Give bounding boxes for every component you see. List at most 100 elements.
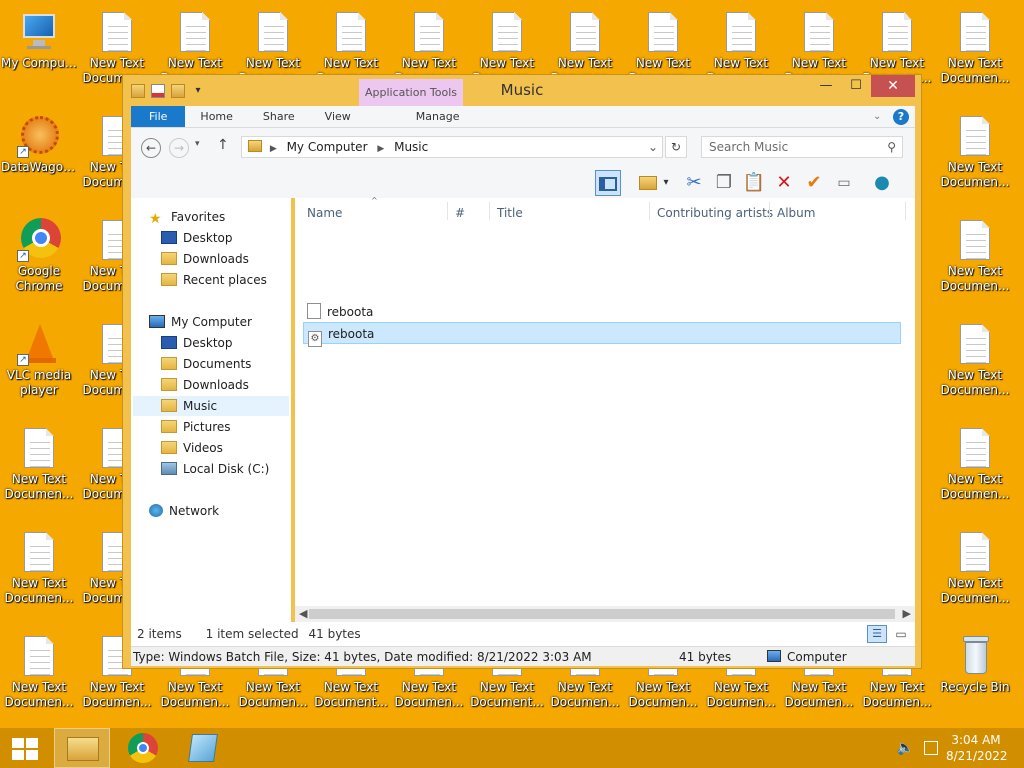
desktop-icon-datawagon[interactable]: ↗ DataWagon... xyxy=(1,114,77,175)
column-header-album[interactable]: Album xyxy=(777,206,815,220)
taskbar-notepad[interactable] xyxy=(176,728,232,768)
file-list[interactable]: ^ Name # Title Contributing artists Albu… xyxy=(295,196,915,606)
desktop-icon-text-doc[interactable]: New Text Documen... xyxy=(937,426,1013,502)
column-header-title[interactable]: Title xyxy=(497,206,523,220)
scroll-left-icon[interactable]: ◀ xyxy=(299,606,307,622)
desktop-icon-chrome[interactable]: ↗ Google Chrome xyxy=(1,218,77,294)
taskbar: 🔈 3:04 AM 8/21/2022 xyxy=(0,728,1024,768)
tab-file[interactable]: File xyxy=(131,106,186,127)
breadcrumb-music[interactable]: Music xyxy=(394,140,428,154)
column-header-name[interactable]: Name xyxy=(307,206,342,220)
desktop-icon-text-doc[interactable]: New Text Documen... xyxy=(1,530,77,606)
column-divider[interactable] xyxy=(447,202,448,220)
nav-network[interactable]: Network xyxy=(149,501,219,521)
nav-item-documents[interactable]: Documents xyxy=(161,354,251,374)
nav-item-downloads[interactable]: Downloads xyxy=(161,249,249,269)
nav-my-computer[interactable]: My Computer xyxy=(149,312,252,332)
nav-item-pictures[interactable]: Pictures xyxy=(161,417,231,437)
up-arrow-icon[interactable]: ↑ xyxy=(217,137,229,153)
large-icons-view-icon[interactable]: ▭ xyxy=(891,625,911,643)
nav-item-recent-places[interactable]: Recent places xyxy=(161,270,267,290)
column-header-contributing-artists[interactable]: Contributing artists xyxy=(657,206,773,220)
rename-check-icon[interactable]: ✔ xyxy=(801,170,827,196)
nav-label: Favorites xyxy=(171,210,226,224)
column-divider[interactable] xyxy=(905,202,906,220)
cut-icon[interactable]: ✂ xyxy=(681,170,707,196)
file-details-text: Type: Windows Batch File, Size: 41 bytes… xyxy=(133,650,592,664)
details-view-icon[interactable]: ☰ xyxy=(867,625,887,643)
help-icon[interactable]: ? xyxy=(893,109,909,125)
desktop-icon-vlc[interactable]: ↗ VLC media player xyxy=(1,322,77,398)
text-document-icon xyxy=(327,10,375,56)
tab-manage[interactable]: Manage xyxy=(396,106,480,127)
file-row[interactable]: reboota xyxy=(303,301,901,323)
file-name: reboota xyxy=(328,327,375,341)
scrollbar-thumb[interactable] xyxy=(309,609,895,619)
column-divider[interactable] xyxy=(489,202,490,220)
text-document-icon xyxy=(951,426,999,472)
search-input[interactable]: Search Music ⚲ xyxy=(701,136,903,158)
desktop-icon-my-computer[interactable]: My Computer xyxy=(1,10,77,71)
preview-pane-button[interactable] xyxy=(595,170,621,196)
nav-item-downloads[interactable]: Downloads xyxy=(161,375,249,395)
nav-item-desktop[interactable]: Desktop xyxy=(161,228,233,248)
column-divider[interactable] xyxy=(649,202,650,220)
globe-icon[interactable]: ● xyxy=(869,170,895,196)
item-count: 2 items xyxy=(137,627,182,641)
desktop-icon-text-doc[interactable]: New Text Documen... xyxy=(1,634,77,710)
desktop-icon-text-doc[interactable]: New Text Documen... xyxy=(937,322,1013,398)
recent-locations-icon[interactable]: ▾ xyxy=(195,139,200,149)
desktop-icon-recycle-bin[interactable]: Recycle Bin xyxy=(937,634,1013,695)
back-button[interactable]: ← xyxy=(141,138,161,158)
desktop-icon-text-doc[interactable]: New Text Documen... xyxy=(937,218,1013,294)
close-button[interactable]: ✕ xyxy=(871,75,915,97)
copy-icon[interactable]: ❐ xyxy=(711,170,737,196)
clock-date: 8/21/2022 xyxy=(946,749,1008,763)
open-with-button[interactable] xyxy=(635,170,661,196)
nav-item-local-disk[interactable]: Local Disk (C:) xyxy=(161,459,269,479)
taskbar-file-explorer[interactable] xyxy=(54,728,110,768)
address-dropdown-icon[interactable]: ⌄ xyxy=(648,137,658,157)
desktop-icon-text-doc[interactable]: New Text Documen... xyxy=(937,10,1013,86)
expand-ribbon-icon[interactable]: ⌄ xyxy=(873,106,893,127)
desktop-icon-text-doc[interactable]: New Text Documen... xyxy=(1,426,77,502)
tab-home[interactable]: Home xyxy=(185,106,247,127)
desktop-icon-label: New Text Documen... xyxy=(82,680,152,709)
desktop-icon-text-doc[interactable]: New Text Documen... xyxy=(937,114,1013,190)
clock[interactable]: 3:04 AM 8/21/2022 xyxy=(946,732,1008,764)
maximize-button[interactable]: ☐ xyxy=(841,75,871,97)
breadcrumb-my-computer[interactable]: My Computer xyxy=(287,140,368,154)
delete-icon[interactable]: ✕ xyxy=(771,170,797,196)
open-dropdown-icon[interactable]: ▾ xyxy=(659,170,673,196)
nav-favorites[interactable]: ★ Favorites xyxy=(149,207,225,227)
nav-item-desktop[interactable]: Desktop xyxy=(161,333,233,353)
properties-icon[interactable]: ▭ xyxy=(831,170,857,196)
file-row-selected[interactable]: ⚙ reboota xyxy=(303,322,901,347)
desktop-icon-label: New Text Documen... xyxy=(394,680,464,709)
scroll-right-icon[interactable]: ▶ xyxy=(903,606,911,622)
search-icon: ⚲ xyxy=(887,140,896,154)
tab-view[interactable]: View xyxy=(310,106,366,127)
refresh-button[interactable]: ↻ xyxy=(665,136,687,158)
nav-item-videos[interactable]: Videos xyxy=(161,438,223,458)
address-field[interactable]: ▶ My Computer ▶ Music ⌄ xyxy=(241,136,663,158)
chevron-right-icon: ▶ xyxy=(269,144,277,154)
explorer-window[interactable]: ▾ Application Tools Music — ☐ ✕ File Hom… xyxy=(122,74,922,669)
network-status-icon[interactable] xyxy=(924,741,938,755)
tab-share[interactable]: Share xyxy=(248,106,310,127)
minimize-button[interactable]: — xyxy=(811,75,841,97)
volume-muted-icon[interactable]: 🔈 xyxy=(897,740,914,756)
desktop-icon-text-doc[interactable]: New Text Documen... xyxy=(937,530,1013,606)
horizontal-scrollbar[interactable]: ◀ ▶ xyxy=(295,606,915,622)
nav-item-music-selected[interactable]: Music xyxy=(133,396,289,416)
notepad-icon xyxy=(188,734,218,762)
forward-button[interactable]: → xyxy=(169,138,189,158)
selection-count: 1 item selected xyxy=(205,627,299,641)
desktop-icon-label: New Text Documen... xyxy=(862,680,932,709)
paste-icon[interactable]: 📋 xyxy=(741,170,767,196)
taskbar-chrome[interactable] xyxy=(116,728,172,768)
column-header-number[interactable]: # xyxy=(455,206,465,220)
column-divider[interactable] xyxy=(769,202,770,220)
star-icon: ★ xyxy=(149,211,162,227)
start-button[interactable] xyxy=(0,728,50,768)
